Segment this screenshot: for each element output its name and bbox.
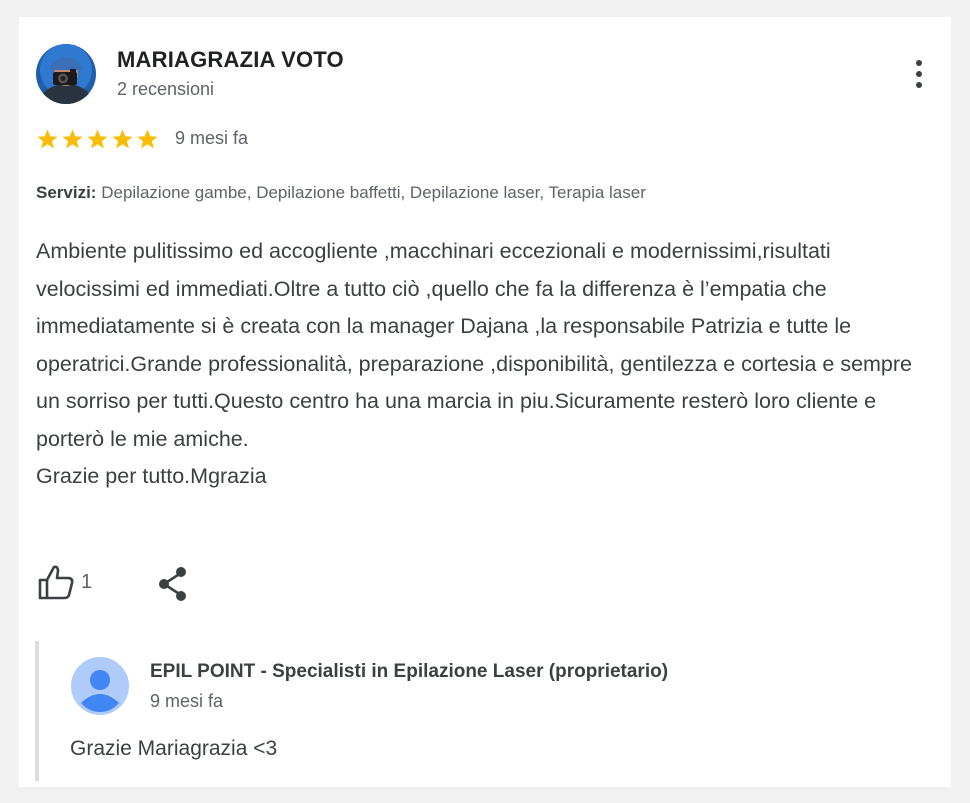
like-button[interactable] (37, 563, 77, 603)
reviewer-name[interactable]: MARIAGRAZIA VOTO (117, 47, 344, 73)
services-line: Servizi: Depilazione gambe, Depilazione … (36, 183, 646, 203)
review-text: Ambiente pulitissimo ed accogliente ,mac… (36, 233, 936, 496)
person-icon (71, 657, 129, 715)
review-count: 2 recensioni (117, 79, 215, 99)
more-vert-icon (916, 60, 922, 88)
share-icon (159, 567, 186, 601)
thumb-up-icon (38, 565, 74, 600)
owner-reply-time: 9 mesi fa (150, 691, 224, 711)
star-icon (62, 129, 83, 149)
review-card: MARIAGRAZIA VOTO 2 recensioni 9 mesi fa … (19, 17, 951, 787)
services-list: Depilazione gambe, Depilazione baffetti,… (101, 183, 646, 202)
star-icon (112, 129, 133, 149)
review-time: 9 mesi fa (175, 128, 249, 148)
star-icon (137, 129, 158, 149)
review-text-signoff: Grazie per tutto.Mgrazia (36, 464, 267, 488)
share-button[interactable] (156, 565, 190, 603)
like-count: 1 (81, 571, 93, 593)
review-text-main: Ambiente pulitissimo ed accogliente ,mac… (36, 239, 913, 451)
owner-avatar (71, 657, 129, 715)
services-label: Servizi: (36, 183, 97, 202)
owner-reply-text: Grazie Mariagrazia <3 (70, 737, 278, 760)
star-icon (87, 129, 108, 149)
more-options-button[interactable] (909, 57, 929, 93)
owner-name: EPIL POINT - Specialisti in Epilazione L… (150, 661, 669, 682)
owner-reply: EPIL POINT - Specialisti in Epilazione L… (35, 641, 919, 781)
reviewer-avatar[interactable] (36, 44, 96, 104)
star-icon (37, 129, 58, 149)
star-rating (37, 129, 158, 149)
